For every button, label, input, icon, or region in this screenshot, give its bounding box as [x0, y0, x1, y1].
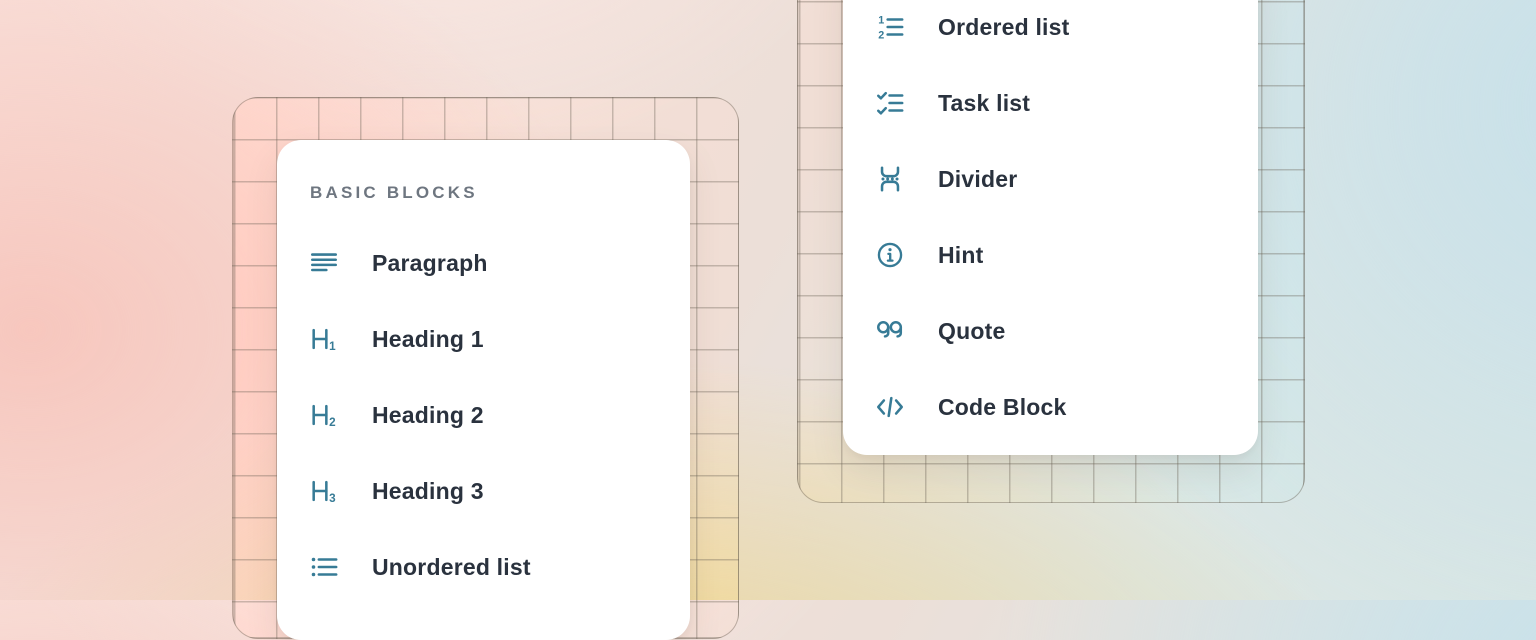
menu-item-label: Ordered list — [938, 14, 1070, 41]
menu-item-label: Heading 3 — [372, 478, 484, 505]
unordered-list-icon — [309, 552, 339, 582]
menu-item-label: Quote — [938, 318, 1005, 345]
menu-item-label: Task list — [938, 90, 1030, 117]
divider-icon — [875, 164, 905, 194]
svg-text:1: 1 — [329, 340, 336, 353]
menu-item-paragraph[interactable]: Paragraph — [277, 225, 690, 301]
menu-item-ordered-list[interactable]: 12Ordered list — [843, 0, 1258, 65]
menu-item-label: Unordered list — [372, 554, 531, 581]
basic-blocks-list: Paragraph 1 Heading 1 2 Heading 2 3 Heading 3 U… — [277, 225, 690, 605]
ordered-list-icon: 12 — [875, 12, 905, 42]
menu-item-heading-1[interactable]: 1 Heading 1 — [277, 301, 690, 377]
menu-item-label: Hint — [938, 242, 984, 269]
menu-item-unordered-list[interactable]: Unordered list — [277, 529, 690, 605]
quote-icon — [875, 316, 905, 346]
menu-item-heading-3[interactable]: 3 Heading 3 — [277, 453, 690, 529]
more-blocks-list: 12Ordered listTask listDividerHintQuoteC… — [843, 0, 1258, 445]
svg-text:3: 3 — [329, 492, 336, 505]
svg-text:2: 2 — [329, 416, 336, 429]
menu-item-label: Heading 1 — [372, 326, 484, 353]
heading-1-icon: 1 — [309, 324, 339, 354]
basic-blocks-header: BASIC BLOCKS — [310, 184, 690, 202]
paragraph-icon — [309, 248, 339, 278]
heading-3-icon: 3 — [309, 476, 339, 506]
menu-item-label: Heading 2 — [372, 402, 484, 429]
basic-blocks-menu-panel: BASIC BLOCKS Paragraph 1 Heading 1 2 Heading… — [277, 140, 690, 640]
menu-item-label: Paragraph — [372, 250, 488, 277]
more-blocks-menu-panel: 12Ordered listTask listDividerHintQuoteC… — [843, 0, 1258, 455]
menu-item-label: Divider — [938, 166, 1017, 193]
svg-text:1: 1 — [878, 14, 884, 26]
menu-item-hint[interactable]: Hint — [843, 217, 1258, 293]
svg-text:2: 2 — [878, 29, 884, 41]
menu-item-task-list[interactable]: Task list — [843, 65, 1258, 141]
code-block-icon — [875, 392, 905, 422]
task-list-icon — [875, 88, 905, 118]
hint-icon — [875, 240, 905, 270]
menu-item-label: Code Block — [938, 394, 1067, 421]
heading-2-icon: 2 — [309, 400, 339, 430]
menu-item-code-block[interactable]: Code Block — [843, 369, 1258, 445]
menu-item-heading-2[interactable]: 2 Heading 2 — [277, 377, 690, 453]
menu-item-divider[interactable]: Divider — [843, 141, 1258, 217]
menu-item-quote[interactable]: Quote — [843, 293, 1258, 369]
